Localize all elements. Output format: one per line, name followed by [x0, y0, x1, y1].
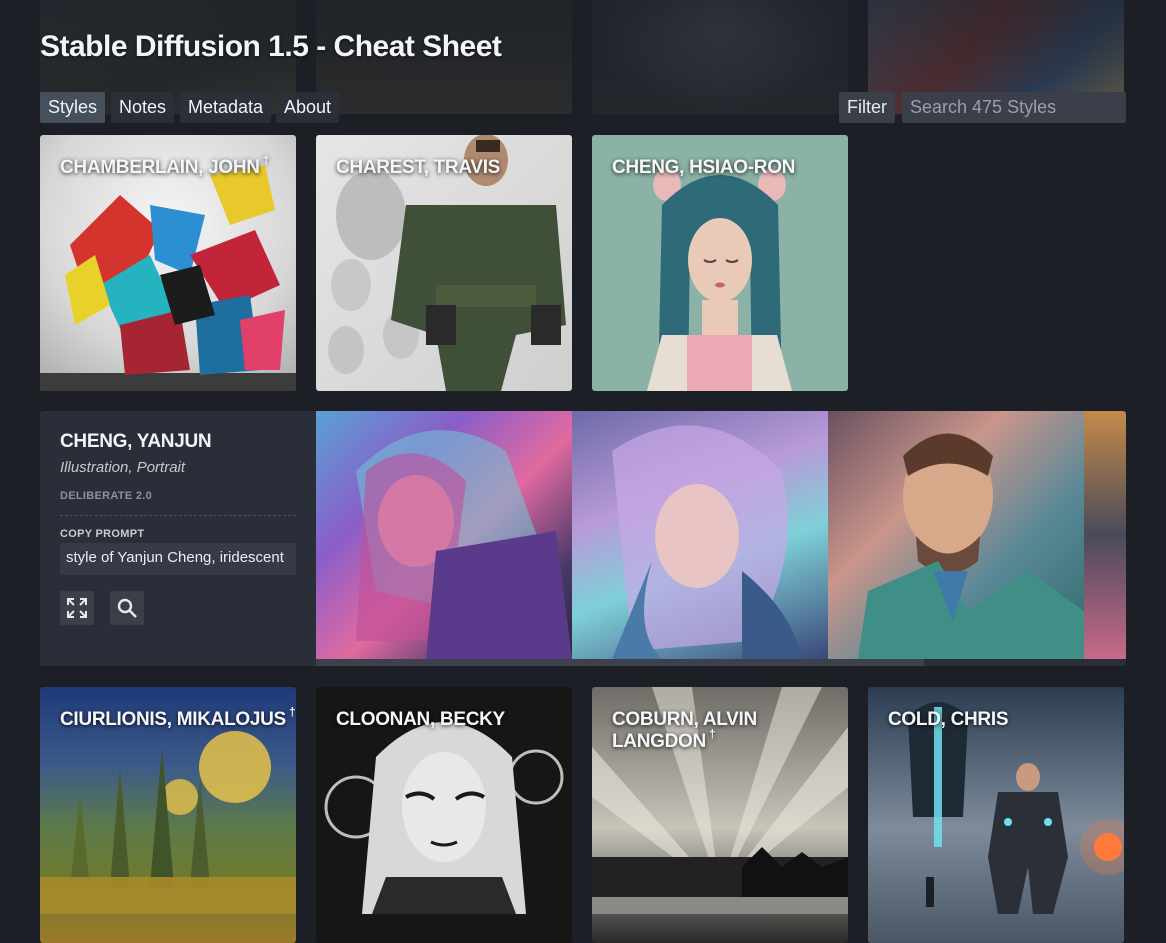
example-image: [1084, 411, 1126, 659]
tab-notes[interactable]: Notes: [111, 92, 175, 123]
detail-artist-name: CHENG, YANJUN: [60, 431, 212, 452]
tab-metadata[interactable]: Metadata: [180, 92, 272, 123]
card-title-text: COBURN, ALVIN LANGDON: [612, 709, 757, 752]
divider: [60, 515, 296, 516]
card-title: CIURLIONIS, MIKALOJUS †: [60, 705, 296, 731]
card-title-text: CHENG, HSIAO-RON: [612, 157, 796, 178]
prompt-field[interactable]: style of Yanjun Cheng, iridescent: [60, 543, 296, 575]
example-image: [316, 411, 572, 659]
style-card-coburn-alvin-langdon[interactable]: COBURN, ALVIN LANGDON †: [592, 687, 848, 943]
page-title: Stable Diffusion 1.5 - Cheat Sheet: [40, 30, 502, 63]
card-title: CHAREST, TRAVIS: [336, 157, 503, 179]
detail-model: DELIBERATE 2.0: [60, 490, 153, 502]
style-card-ciurlionis-mikalojus[interactable]: CIURLIONIS, MIKALOJUS †: [40, 687, 296, 943]
card-title: CHENG, HSIAO-RON: [612, 157, 798, 179]
copy-prompt-label: COPY PROMPT: [60, 528, 145, 540]
deceased-mark: †: [288, 705, 296, 719]
style-detail-panel: CHENG, YANJUN Illustration, Portrait DEL…: [40, 411, 1126, 666]
example-image: [828, 411, 1084, 659]
horizontal-scrollbar[interactable]: [316, 659, 924, 666]
card-title: COLD, CHRIS: [888, 709, 1011, 731]
detail-tags: Illustration, Portrait: [60, 459, 186, 476]
card-title-text: CHAREST, TRAVIS: [336, 157, 501, 178]
style-card-cold-chris[interactable]: COLD, CHRIS: [868, 687, 1124, 943]
tab-about[interactable]: About: [276, 92, 340, 123]
card-title-text: CIURLIONIS, MIKALOJUS: [60, 709, 286, 730]
example-image: [572, 411, 828, 659]
search-icon: [117, 598, 137, 618]
search-input[interactable]: [902, 92, 1126, 123]
card-title: CHAMBERLAIN, JOHN †: [60, 153, 269, 179]
tab-styles[interactable]: Styles: [40, 92, 106, 123]
style-card-cheng-hsiao-ron[interactable]: CHENG, HSIAO-RON: [592, 135, 848, 391]
filter-button[interactable]: Filter: [839, 92, 895, 123]
card-title-text: CLOONAN, BECKY: [336, 709, 505, 730]
card-title-text: COLD, CHRIS: [888, 709, 1009, 730]
card-title: COBURN, ALVIN LANGDON †: [612, 709, 848, 753]
expand-icon: [67, 598, 87, 618]
card-title: CLOONAN, BECKY: [336, 709, 508, 731]
card-title-text: CHAMBERLAIN, JOHN: [60, 157, 260, 178]
style-card-cloonan-becky[interactable]: CLOONAN, BECKY: [316, 687, 572, 943]
expand-button[interactable]: [60, 591, 94, 625]
style-card-chamberlain-john[interactable]: CHAMBERLAIN, JOHN †: [40, 135, 296, 391]
deceased-mark: †: [262, 153, 270, 167]
deceased-mark: †: [708, 727, 716, 741]
search-button[interactable]: [110, 591, 144, 625]
style-card-charest-travis[interactable]: CHAREST, TRAVIS: [316, 135, 572, 391]
